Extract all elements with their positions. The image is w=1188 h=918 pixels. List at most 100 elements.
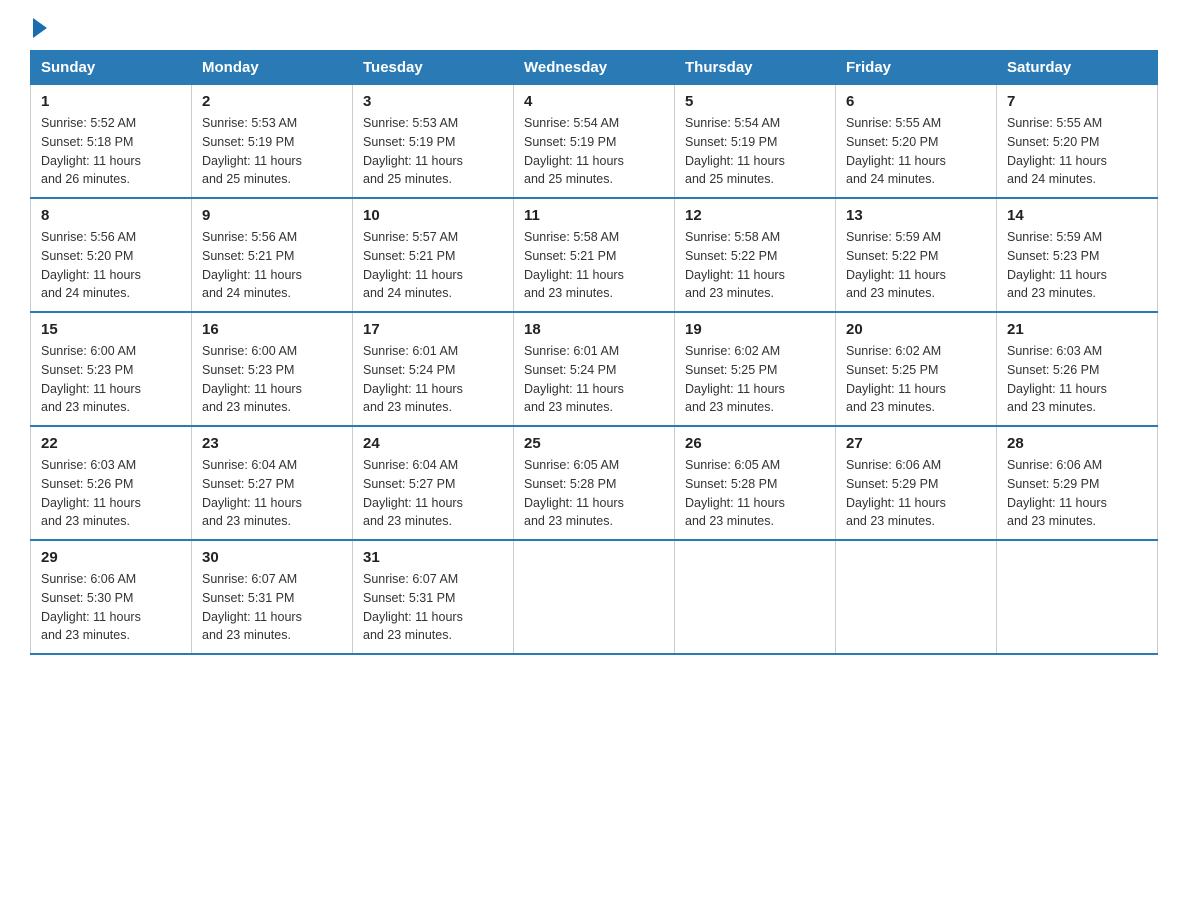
day-info: Sunrise: 5:53 AM Sunset: 5:19 PM Dayligh… <box>202 114 342 189</box>
day-info: Sunrise: 5:59 AM Sunset: 5:22 PM Dayligh… <box>846 228 986 303</box>
calendar-day-cell: 13 Sunrise: 5:59 AM Sunset: 5:22 PM Dayl… <box>836 198 997 312</box>
calendar-day-cell: 28 Sunrise: 6:06 AM Sunset: 5:29 PM Dayl… <box>997 426 1158 540</box>
day-number: 28 <box>1007 435 1147 452</box>
calendar-day-cell: 14 Sunrise: 5:59 AM Sunset: 5:23 PM Dayl… <box>997 198 1158 312</box>
calendar-day-cell: 16 Sunrise: 6:00 AM Sunset: 5:23 PM Dayl… <box>192 312 353 426</box>
day-number: 25 <box>524 435 664 452</box>
day-number: 29 <box>41 549 181 566</box>
calendar-day-cell: 20 Sunrise: 6:02 AM Sunset: 5:25 PM Dayl… <box>836 312 997 426</box>
calendar-day-cell: 30 Sunrise: 6:07 AM Sunset: 5:31 PM Dayl… <box>192 540 353 654</box>
weekday-header-friday: Friday <box>836 51 997 85</box>
day-number: 9 <box>202 207 342 224</box>
calendar-day-cell: 17 Sunrise: 6:01 AM Sunset: 5:24 PM Dayl… <box>353 312 514 426</box>
header <box>30 20 1158 34</box>
day-info: Sunrise: 6:03 AM Sunset: 5:26 PM Dayligh… <box>1007 342 1147 417</box>
weekday-header-saturday: Saturday <box>997 51 1158 85</box>
calendar-day-cell: 15 Sunrise: 6:00 AM Sunset: 5:23 PM Dayl… <box>31 312 192 426</box>
day-info: Sunrise: 6:04 AM Sunset: 5:27 PM Dayligh… <box>202 456 342 531</box>
day-info: Sunrise: 6:03 AM Sunset: 5:26 PM Dayligh… <box>41 456 181 531</box>
day-number: 4 <box>524 93 664 110</box>
calendar-day-cell: 9 Sunrise: 5:56 AM Sunset: 5:21 PM Dayli… <box>192 198 353 312</box>
calendar-day-cell: 5 Sunrise: 5:54 AM Sunset: 5:19 PM Dayli… <box>675 85 836 199</box>
day-info: Sunrise: 6:06 AM Sunset: 5:29 PM Dayligh… <box>846 456 986 531</box>
day-number: 19 <box>685 321 825 338</box>
calendar-day-cell: 6 Sunrise: 5:55 AM Sunset: 5:20 PM Dayli… <box>836 85 997 199</box>
day-number: 31 <box>363 549 503 566</box>
day-info: Sunrise: 5:57 AM Sunset: 5:21 PM Dayligh… <box>363 228 503 303</box>
day-number: 7 <box>1007 93 1147 110</box>
day-number: 11 <box>524 207 664 224</box>
day-number: 26 <box>685 435 825 452</box>
day-number: 21 <box>1007 321 1147 338</box>
day-number: 15 <box>41 321 181 338</box>
day-number: 8 <box>41 207 181 224</box>
calendar-day-cell: 23 Sunrise: 6:04 AM Sunset: 5:27 PM Dayl… <box>192 426 353 540</box>
day-info: Sunrise: 6:01 AM Sunset: 5:24 PM Dayligh… <box>524 342 664 417</box>
day-info: Sunrise: 6:07 AM Sunset: 5:31 PM Dayligh… <box>202 570 342 645</box>
calendar-day-cell: 24 Sunrise: 6:04 AM Sunset: 5:27 PM Dayl… <box>353 426 514 540</box>
calendar-day-cell: 2 Sunrise: 5:53 AM Sunset: 5:19 PM Dayli… <box>192 85 353 199</box>
weekday-header-monday: Monday <box>192 51 353 85</box>
day-info: Sunrise: 6:00 AM Sunset: 5:23 PM Dayligh… <box>202 342 342 417</box>
day-number: 24 <box>363 435 503 452</box>
day-info: Sunrise: 5:54 AM Sunset: 5:19 PM Dayligh… <box>524 114 664 189</box>
calendar-day-cell: 21 Sunrise: 6:03 AM Sunset: 5:26 PM Dayl… <box>997 312 1158 426</box>
calendar-week-row: 29 Sunrise: 6:06 AM Sunset: 5:30 PM Dayl… <box>31 540 1158 654</box>
day-info: Sunrise: 5:56 AM Sunset: 5:21 PM Dayligh… <box>202 228 342 303</box>
day-info: Sunrise: 6:01 AM Sunset: 5:24 PM Dayligh… <box>363 342 503 417</box>
day-info: Sunrise: 5:55 AM Sunset: 5:20 PM Dayligh… <box>846 114 986 189</box>
day-info: Sunrise: 5:56 AM Sunset: 5:20 PM Dayligh… <box>41 228 181 303</box>
calendar-day-cell <box>675 540 836 654</box>
day-info: Sunrise: 5:58 AM Sunset: 5:22 PM Dayligh… <box>685 228 825 303</box>
day-info: Sunrise: 5:59 AM Sunset: 5:23 PM Dayligh… <box>1007 228 1147 303</box>
calendar-day-cell: 22 Sunrise: 6:03 AM Sunset: 5:26 PM Dayl… <box>31 426 192 540</box>
calendar-day-cell: 10 Sunrise: 5:57 AM Sunset: 5:21 PM Dayl… <box>353 198 514 312</box>
day-info: Sunrise: 5:52 AM Sunset: 5:18 PM Dayligh… <box>41 114 181 189</box>
day-number: 17 <box>363 321 503 338</box>
day-info: Sunrise: 6:04 AM Sunset: 5:27 PM Dayligh… <box>363 456 503 531</box>
weekday-header-tuesday: Tuesday <box>353 51 514 85</box>
day-number: 6 <box>846 93 986 110</box>
day-number: 5 <box>685 93 825 110</box>
day-info: Sunrise: 6:00 AM Sunset: 5:23 PM Dayligh… <box>41 342 181 417</box>
logo <box>30 20 49 34</box>
calendar-week-row: 22 Sunrise: 6:03 AM Sunset: 5:26 PM Dayl… <box>31 426 1158 540</box>
calendar-day-cell <box>836 540 997 654</box>
calendar-day-cell: 25 Sunrise: 6:05 AM Sunset: 5:28 PM Dayl… <box>514 426 675 540</box>
calendar-day-cell: 27 Sunrise: 6:06 AM Sunset: 5:29 PM Dayl… <box>836 426 997 540</box>
day-number: 12 <box>685 207 825 224</box>
calendar-day-cell: 29 Sunrise: 6:06 AM Sunset: 5:30 PM Dayl… <box>31 540 192 654</box>
calendar-day-cell <box>514 540 675 654</box>
calendar-day-cell: 19 Sunrise: 6:02 AM Sunset: 5:25 PM Dayl… <box>675 312 836 426</box>
calendar-table: SundayMondayTuesdayWednesdayThursdayFrid… <box>30 50 1158 655</box>
calendar-week-row: 1 Sunrise: 5:52 AM Sunset: 5:18 PM Dayli… <box>31 85 1158 199</box>
weekday-header-sunday: Sunday <box>31 51 192 85</box>
calendar-week-row: 15 Sunrise: 6:00 AM Sunset: 5:23 PM Dayl… <box>31 312 1158 426</box>
weekday-header-wednesday: Wednesday <box>514 51 675 85</box>
day-number: 14 <box>1007 207 1147 224</box>
day-info: Sunrise: 6:05 AM Sunset: 5:28 PM Dayligh… <box>524 456 664 531</box>
day-number: 22 <box>41 435 181 452</box>
day-number: 1 <box>41 93 181 110</box>
day-number: 10 <box>363 207 503 224</box>
calendar-day-cell: 7 Sunrise: 5:55 AM Sunset: 5:20 PM Dayli… <box>997 85 1158 199</box>
day-info: Sunrise: 6:02 AM Sunset: 5:25 PM Dayligh… <box>685 342 825 417</box>
day-number: 2 <box>202 93 342 110</box>
day-number: 27 <box>846 435 986 452</box>
calendar-day-cell: 1 Sunrise: 5:52 AM Sunset: 5:18 PM Dayli… <box>31 85 192 199</box>
calendar-day-cell: 26 Sunrise: 6:05 AM Sunset: 5:28 PM Dayl… <box>675 426 836 540</box>
calendar-day-cell: 8 Sunrise: 5:56 AM Sunset: 5:20 PM Dayli… <box>31 198 192 312</box>
day-info: Sunrise: 6:06 AM Sunset: 5:29 PM Dayligh… <box>1007 456 1147 531</box>
day-info: Sunrise: 6:05 AM Sunset: 5:28 PM Dayligh… <box>685 456 825 531</box>
day-number: 23 <box>202 435 342 452</box>
weekday-header-thursday: Thursday <box>675 51 836 85</box>
day-info: Sunrise: 6:06 AM Sunset: 5:30 PM Dayligh… <box>41 570 181 645</box>
calendar-week-row: 8 Sunrise: 5:56 AM Sunset: 5:20 PM Dayli… <box>31 198 1158 312</box>
logo-triangle-icon <box>33 18 47 38</box>
calendar-day-cell: 11 Sunrise: 5:58 AM Sunset: 5:21 PM Dayl… <box>514 198 675 312</box>
calendar-day-cell: 31 Sunrise: 6:07 AM Sunset: 5:31 PM Dayl… <box>353 540 514 654</box>
day-number: 13 <box>846 207 986 224</box>
day-info: Sunrise: 5:55 AM Sunset: 5:20 PM Dayligh… <box>1007 114 1147 189</box>
calendar-day-cell: 4 Sunrise: 5:54 AM Sunset: 5:19 PM Dayli… <box>514 85 675 199</box>
calendar-day-cell: 18 Sunrise: 6:01 AM Sunset: 5:24 PM Dayl… <box>514 312 675 426</box>
